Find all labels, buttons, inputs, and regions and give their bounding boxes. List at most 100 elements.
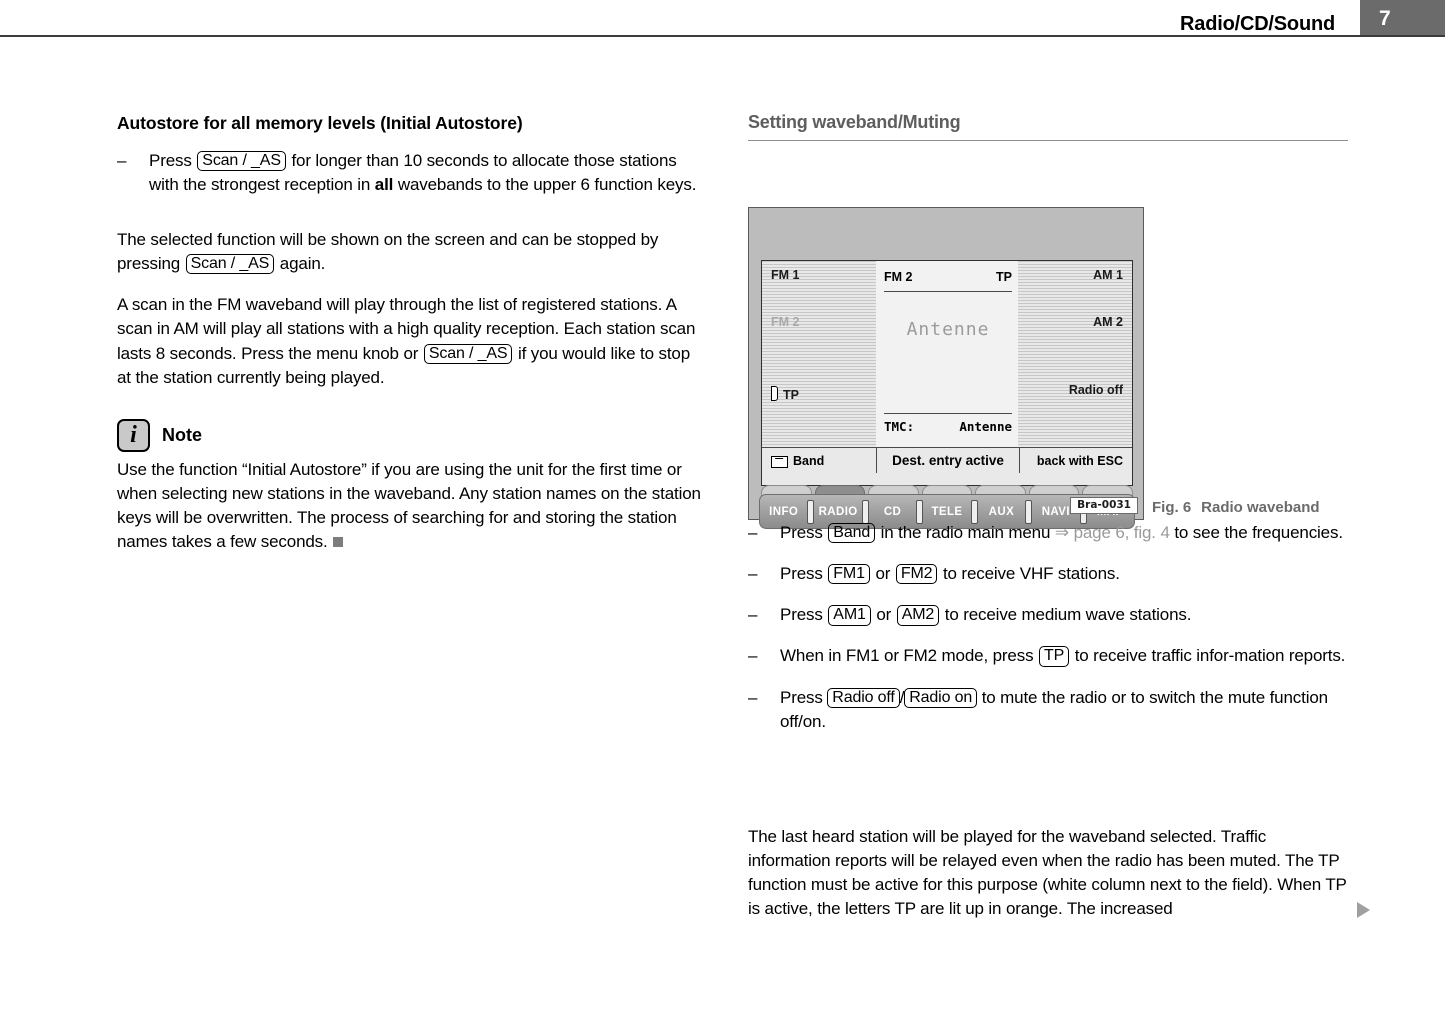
button-separator [1025,499,1033,524]
bullet-text: Press FM1 or FM2 to receive VHF stations… [780,562,1348,586]
softkey-band[interactable]: Band [762,454,876,468]
key-band[interactable]: Band [828,523,876,544]
key-radio-off[interactable]: Radio off [827,687,900,708]
note-body: Use the function “Initial Autostore” if … [117,458,701,555]
band-icon [771,455,788,468]
screen-center-panel: FM 2 TP Antenne TMC: Antenne [876,261,1020,447]
bullet-text: When in FM1 or FM2 mode, press TP to rec… [780,644,1348,668]
page-number: 7 [1379,7,1391,30]
key-radio-on[interactable]: Radio on [904,687,978,708]
section-heading-wrap: Setting waveband/Muting [748,112,1348,141]
screen-right-panel: AM 1 AM 2 Radio off [1018,261,1132,447]
list-item: – When in FM1 or FM2 mode, press TP to r… [748,644,1348,668]
key-scan-as-3[interactable]: Scan / _AS [423,343,513,364]
key-fm1[interactable]: FM1 [828,564,870,585]
bullet-pre: Press [780,605,823,625]
bullet-tail: wavebands to the upper 6 function keys. [397,174,697,194]
note-text: Use the function “Initial Autostore” if … [117,459,701,552]
bullet-mid: in the radio main menu [880,523,1051,542]
bullet-pre: Press [780,523,823,542]
tp-column-icon [771,386,778,401]
button-separator [916,499,924,524]
bullet-dash: – [748,646,758,666]
tmc-value: Antenne [959,419,1012,434]
list-item: – Press FM1 or FM2 to receive VHF statio… [748,562,1348,586]
info-icon: i [117,418,150,452]
list-item: – Press Radio off / Radio on to mute the r… [748,686,1348,734]
panel-item-tp-label: TP [783,388,799,402]
radio-screen: FM 1 FM 2 TP FM 2 TP Antenne TMC: Antenn… [761,260,1133,486]
figure-caption-text: Radio waveband [1201,499,1320,516]
closing-paragraph: The last heard station will be played fo… [748,825,1370,922]
cross-reference-arrow-icon: ⇒ [1054,523,1069,542]
button-separator [807,499,815,524]
key-scan-as-2[interactable]: Scan / _AS [185,254,275,275]
tmc-row: TMC: Antenne [884,419,1012,434]
panel-item-am1[interactable]: AM 1 [1018,269,1123,282]
panel-item-am2[interactable]: AM 2 [1018,315,1123,329]
hardware-button-tele[interactable]: TELE [923,506,970,518]
bullet-text: Press AM1 or AM2 to receive medium wave … [780,603,1348,627]
screen-center-toprow: FM 2 TP [884,261,1012,284]
bullet-post: to receive VHF stations. [942,564,1120,584]
page-title: Radio/CD/Sound [1180,13,1335,35]
key-tp[interactable]: TP [1039,646,1070,667]
button-separator [970,499,978,524]
bullet-text: Press Radio off / Radio on to mute the rad… [780,686,1348,734]
tmc-label: TMC: [884,419,915,434]
note-header: i Note [117,418,701,452]
key-fm2[interactable]: FM2 [895,564,938,585]
paragraph-selected-function: The selected function will be shown on t… [117,228,701,276]
continuation-arrow-icon [1357,901,1370,918]
list-item: – Press AM1 or AM2 to receive medium wav… [748,603,1348,627]
screen-softkey-bar: Band Dest. entry active back with ESC [762,447,1132,473]
key-am2[interactable]: AM2 [896,605,940,626]
bullet-pre: Press [780,687,823,707]
right-bullet-list: – Press Band in the radio main menu ⇒ pa… [748,521,1348,751]
key-am1[interactable]: AM1 [828,605,871,626]
center-tp-label: TP [996,270,1012,284]
page-header: Radio/CD/Sound 7 [0,0,1445,36]
closing-paragraph-text: The last heard station will be played fo… [748,827,1347,919]
bullet-dash: – [117,150,127,170]
bullet-pre: Press [149,150,192,170]
hardware-button-aux[interactable]: AUX [978,506,1025,518]
panel-item-radio-off[interactable]: Radio off [1018,384,1123,397]
panel-item-fm2[interactable]: FM 2 [771,315,876,329]
right-heading: Setting waveband/Muting [748,112,961,132]
figure-caption: Fig. 6 Radio waveband [1152,499,1320,516]
cross-reference-link[interactable]: page 6, fig. 4 [1074,523,1170,542]
bullet-dash: – [748,523,758,542]
right-column: Setting waveband/Muting FM 1 FM 2 TP FM … [748,112,1370,918]
hardware-button-cd[interactable]: CD [869,506,916,518]
bullet-conj: or [875,564,891,584]
hardware-button-info[interactable]: INFO [760,506,807,518]
hardware-button-radio[interactable]: RADIO [814,506,861,518]
figure-code-label: Bra-0031 [1070,497,1138,514]
paragraph-scan-behaviour: A scan in the FM waveband will play thro… [117,293,701,390]
panel-item-fm1[interactable]: FM 1 [771,269,876,282]
left-heading: Autostore for all memory levels (Initial… [117,113,523,133]
bullet-pre: When in FM1 or FM2 mode, press [780,646,1034,666]
bullet-dash: – [748,564,758,584]
bullet-dash: – [748,605,758,625]
center-band-label: FM 2 [884,270,913,284]
para1-post: again. [279,254,326,274]
bullet-conj: or [876,605,892,625]
softkey-back-esc[interactable]: back with ESC [1020,454,1132,468]
center-divider-bottom [884,413,1012,414]
list-item: – Press Scan / _AS for longer than 10 se… [117,149,701,197]
bullet-dash: – [748,687,758,707]
key-scan-as[interactable]: Scan / _AS [197,150,286,172]
list-item: – Press Band in the radio main menu ⇒ pa… [748,521,1348,545]
bullet-post: to see the frequencies. [1174,523,1343,542]
figure-body: FM 1 FM 2 TP FM 2 TP Antenne TMC: Antenn… [748,207,1144,529]
bullet-post: to receive medium wave stations. [944,605,1192,625]
softkey-dest-entry[interactable]: Dest. entry active [876,448,1020,473]
left-column: Autostore for all memory levels (Initial… [117,112,701,554]
bullet-pre: Press [780,564,823,584]
panel-item-tp[interactable]: TP [771,384,876,402]
header-divider [0,35,1445,37]
bullet-text: Press Scan / _AS for longer than 10 seco… [149,149,701,197]
softkey-band-label: Band [793,453,825,468]
